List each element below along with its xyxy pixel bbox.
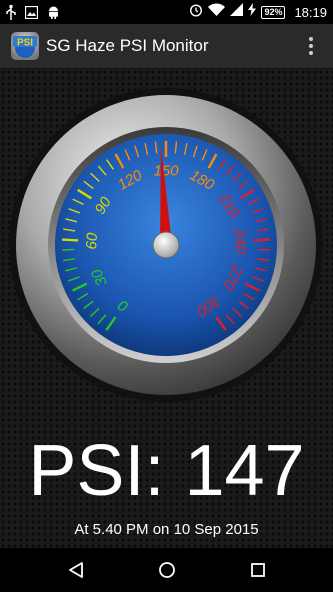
usb-icon bbox=[6, 4, 16, 20]
app-title: SG Haze PSI Monitor bbox=[46, 36, 209, 55]
gauge-tick bbox=[253, 238, 270, 242]
wifi-icon bbox=[208, 3, 226, 21]
signal-icon bbox=[230, 3, 244, 21]
app-logo-text: PSI bbox=[17, 38, 33, 49]
battery-level: 92% bbox=[261, 5, 286, 19]
gauge-tick bbox=[257, 248, 270, 251]
recents-icon bbox=[250, 563, 265, 577]
status-bar: 92% 18:19 bbox=[0, 0, 333, 24]
gauge-tick bbox=[62, 248, 75, 251]
psi-gauge: 0306090120 150 180210240270300 bbox=[9, 88, 323, 402]
alarm-icon bbox=[189, 3, 203, 22]
recents-button[interactable] bbox=[238, 550, 278, 590]
home-button[interactable] bbox=[147, 550, 187, 590]
more-vertical-icon[interactable] bbox=[299, 31, 323, 61]
back-icon bbox=[68, 562, 83, 578]
reading-timestamp: At 5.40 PM on 10 Sep 2015 bbox=[74, 521, 259, 538]
navigation-bar bbox=[0, 548, 333, 592]
status-time: 18:19 bbox=[294, 4, 327, 20]
home-icon bbox=[158, 562, 175, 578]
android-icon bbox=[47, 5, 60, 19]
charging-icon bbox=[248, 3, 257, 21]
back-button[interactable] bbox=[56, 550, 96, 590]
image-icon bbox=[25, 5, 38, 19]
psi-readout: PSI: 147 bbox=[28, 431, 305, 511]
gauge-tick-label: 60 bbox=[83, 232, 101, 250]
gauge-tick-label: 150 bbox=[153, 163, 179, 180]
gauge-tick bbox=[62, 238, 79, 242]
app-bar: PSI SG Haze PSI Monitor bbox=[0, 24, 333, 69]
gauge-hub bbox=[152, 231, 180, 259]
main-content: 0 30 60 90 120 150 180 210 240 270 300 PSI: 147 At… bbox=[0, 69, 333, 548]
app-logo: PSI bbox=[11, 32, 39, 60]
gauge-tick-label: 240 bbox=[231, 227, 249, 255]
